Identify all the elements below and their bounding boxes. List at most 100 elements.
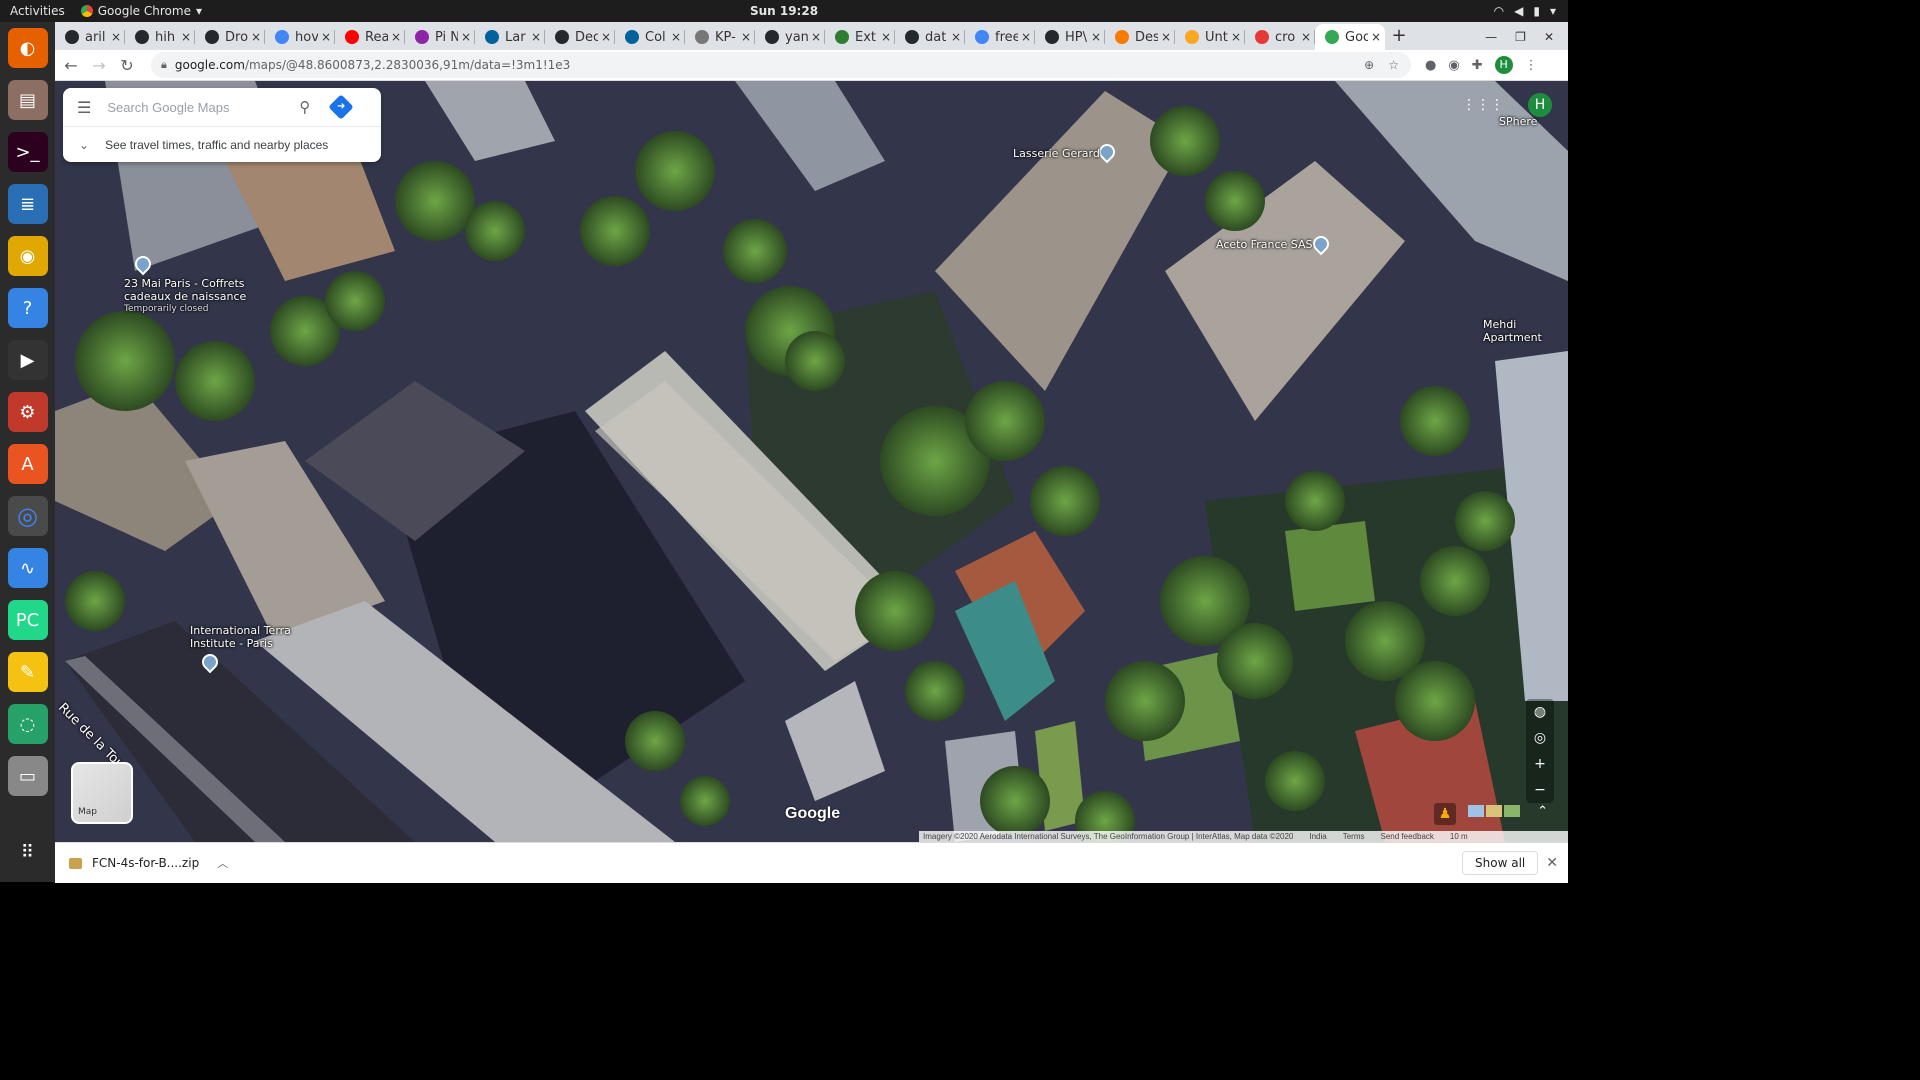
poi-label[interactable]: Lasserie Gerard <box>1013 147 1100 160</box>
satellite-imagery[interactable] <box>55 81 1568 842</box>
browser-tab[interactable]: Ext × <box>825 24 895 50</box>
help-icon[interactable]: ? <box>7 288 48 328</box>
tab-close-icon[interactable]: × <box>1161 30 1171 44</box>
tab-close-icon[interactable]: × <box>111 30 121 44</box>
browser-tab[interactable]: Col × <box>615 24 685 50</box>
thumbnail[interactable] <box>1486 805 1502 817</box>
reload-icon[interactable]: ↻ <box>115 56 139 75</box>
apps-grid-icon[interactable]: ⋮⋮⋮ <box>1462 97 1504 113</box>
tab-close-icon[interactable]: × <box>1301 30 1311 44</box>
scale-bar[interactable]: 10 m <box>1450 832 1468 841</box>
tab-close-icon[interactable]: × <box>601 30 611 44</box>
tab-close-icon[interactable]: × <box>881 30 891 44</box>
browser-tab[interactable]: cro × <box>1245 24 1315 50</box>
writer-icon[interactable]: ≣ <box>7 184 48 224</box>
restore-icon[interactable]: ❐ <box>1515 30 1526 44</box>
browser-tab[interactable]: free × <box>965 24 1035 50</box>
browser-tab[interactable]: hih × <box>125 24 195 50</box>
directions-icon[interactable]: ➜ <box>328 94 355 120</box>
pegman-icon[interactable]: ♟ <box>1434 803 1456 825</box>
poi-label[interactable]: International Terra Institute - Paris <box>190 624 300 650</box>
star-icon[interactable]: ☆ <box>1388 58 1399 72</box>
tab-close-icon[interactable]: × <box>1021 30 1031 44</box>
thumbnail[interactable] <box>1504 805 1520 817</box>
back-icon[interactable]: ← <box>59 56 83 75</box>
layer-thumbnails[interactable] <box>1468 805 1520 817</box>
puzzle-icon[interactable]: ✚ <box>1472 58 1483 73</box>
chevron-up-icon[interactable]: ︿ <box>217 855 228 871</box>
directions-prompt[interactable]: ⌄ See travel times, traffic and nearby p… <box>63 127 381 162</box>
browser-tab[interactable]: Des × <box>1105 24 1175 50</box>
browser-tab[interactable]: yan × <box>755 24 825 50</box>
region-link[interactable]: India <box>1309 832 1326 841</box>
settings-icon[interactable]: ⚙ <box>7 392 48 432</box>
tab-close-icon[interactable]: × <box>461 30 471 44</box>
app-menu[interactable]: Google Chrome ▾ <box>80 4 202 18</box>
tab-close-icon[interactable]: × <box>671 30 681 44</box>
poi-label[interactable]: SPhere <box>1499 115 1537 128</box>
map-canvas[interactable]: Lasserie Gerard Aceto France SAS 23 Mai … <box>55 81 1568 842</box>
browser-tab[interactable]: dat × <box>895 24 965 50</box>
zoom-out-button[interactable]: − <box>1534 777 1546 803</box>
new-tab-button[interactable]: + <box>1385 24 1413 50</box>
chevron-down-icon[interactable]: ⌄ <box>79 138 89 152</box>
feedback-link[interactable]: Send feedback <box>1381 832 1434 841</box>
firefox-icon[interactable]: ◐ <box>7 28 48 68</box>
poi-label[interactable]: Mehdi Apartment <box>1483 318 1568 344</box>
expand-icon[interactable]: ⌃ <box>1537 804 1548 819</box>
text-editor-icon[interactable]: ✎ <box>7 652 48 692</box>
tab-close-icon[interactable]: × <box>391 30 401 44</box>
terminal-icon[interactable]: >_ <box>7 132 48 172</box>
clock[interactable]: Sun 19:28 <box>750 4 818 18</box>
browser-tab[interactable]: Dec × <box>545 24 615 50</box>
browser-tab[interactable]: HP\ × <box>1035 24 1105 50</box>
files-icon[interactable]: ▤ <box>7 80 48 120</box>
tab-close-icon[interactable]: × <box>1231 30 1241 44</box>
globe-icon[interactable]: ◍ <box>1534 699 1546 725</box>
address-bar[interactable]: 🔒︎ google.com/maps/@48.8600873,2.2830036… <box>151 52 1411 78</box>
install-icon[interactable]: ⊕ <box>1364 58 1374 72</box>
terms-link[interactable]: Terms <box>1343 832 1365 841</box>
show-all-button[interactable]: Show all <box>1462 851 1539 875</box>
zoom-in-button[interactable]: + <box>1534 751 1546 777</box>
browser-tab[interactable]: hov × <box>265 24 335 50</box>
minimize-icon[interactable]: — <box>1485 30 1497 44</box>
tab-close-icon[interactable]: × <box>1371 30 1381 44</box>
layer-switcher[interactable]: Map <box>71 762 133 824</box>
browser-tab[interactable]: Pi N × <box>405 24 475 50</box>
download-item[interactable]: FCN-4s-for-B....zip ︿ <box>69 855 229 871</box>
browser-tab[interactable]: Unt × <box>1175 24 1245 50</box>
extension-icon[interactable]: ◉ <box>1448 58 1459 73</box>
pycharm-icon[interactable]: PC <box>7 600 48 640</box>
tab-close-icon[interactable]: × <box>741 30 751 44</box>
tab-close-icon[interactable]: × <box>181 30 191 44</box>
tab-close-icon[interactable]: × <box>531 30 541 44</box>
browser-tab[interactable]: Goo × <box>1315 24 1385 50</box>
poi-label[interactable]: Aceto France SAS <box>1216 238 1312 251</box>
tab-close-icon[interactable]: × <box>811 30 821 44</box>
tab-close-icon[interactable]: × <box>321 30 331 44</box>
thumbnail[interactable] <box>1468 805 1484 817</box>
browser-tab[interactable]: KP- × <box>685 24 755 50</box>
rhythmbox-icon[interactable]: ◉ <box>7 236 48 276</box>
activities-button[interactable]: Activities <box>0 4 75 18</box>
tab-close-icon[interactable]: × <box>1091 30 1101 44</box>
sync-icon[interactable]: ◌ <box>7 704 48 744</box>
close-icon[interactable]: ✕ <box>1546 855 1558 871</box>
video-editor-icon[interactable]: ▶ <box>7 340 48 380</box>
app-grid-icon[interactable]: ⠿ <box>7 832 48 872</box>
system-monitor-icon[interactable]: ∿ <box>7 548 48 588</box>
lock-icon[interactable]: 🔒︎ <box>161 58 167 72</box>
scanner-icon[interactable]: ▭ <box>7 756 48 796</box>
close-icon[interactable]: ✕ <box>1544 30 1554 44</box>
hamburger-menu-icon[interactable]: ☰ <box>77 98 91 117</box>
extension-icon[interactable]: ● <box>1425 58 1436 73</box>
tab-close-icon[interactable]: × <box>251 30 261 44</box>
browser-tab[interactable]: aril × <box>55 24 125 50</box>
account-avatar[interactable]: H <box>1528 93 1552 117</box>
tab-close-icon[interactable]: × <box>951 30 961 44</box>
system-tray[interactable]: ◠ ◀ ▮ ▾ <box>1494 4 1556 18</box>
search-icon[interactable]: ⚲ <box>299 98 310 116</box>
browser-tab[interactable]: Rea × <box>335 24 405 50</box>
more-menu-icon[interactable]: ⋮ <box>1525 58 1538 73</box>
